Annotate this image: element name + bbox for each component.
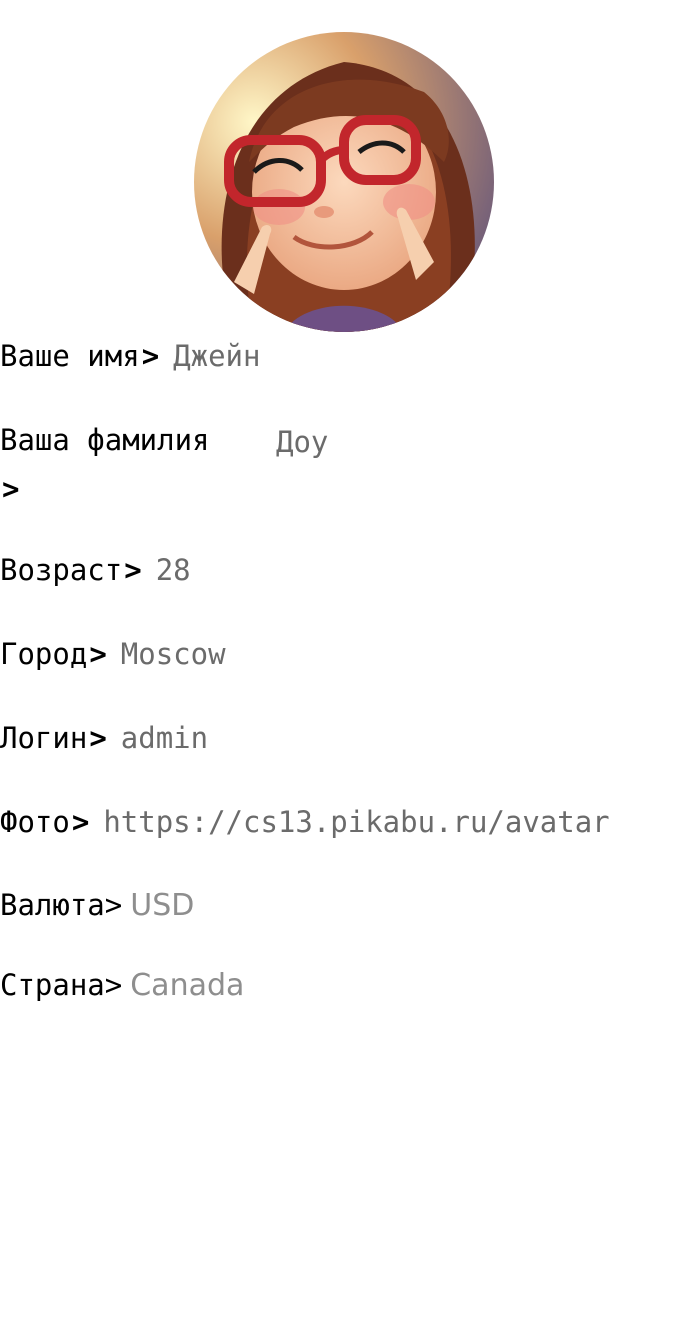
field-name[interactable]: Ваше имя> Джейн	[0, 339, 260, 373]
country-value[interactable]: Canada	[130, 968, 244, 1003]
surname-label: Ваша фамилия	[0, 423, 210, 457]
field-photo[interactable]: Фото> https://cs13.pikabu.ru/avatar	[0, 805, 610, 839]
city-value[interactable]: Moscow	[121, 637, 226, 671]
currency-arrow: >	[104, 888, 123, 922]
name-label: Ваше имя	[0, 339, 140, 373]
name-value[interactable]: Джейн	[173, 339, 260, 373]
city-arrow: >	[89, 637, 107, 671]
field-city[interactable]: Город> Moscow	[0, 637, 226, 671]
field-currency[interactable]: Валюта> USD	[0, 888, 194, 923]
login-value[interactable]: admin	[121, 721, 208, 755]
photo-label: Фото	[0, 805, 70, 839]
name-arrow: >	[141, 339, 160, 373]
country-arrow: >	[104, 968, 123, 1002]
surname-arrow: >	[2, 472, 20, 506]
age-arrow: >	[124, 553, 142, 587]
photo-value[interactable]: https://cs13.pikabu.ru/avatar	[103, 805, 609, 839]
photo-arrow: >	[71, 805, 90, 839]
country-label: Страна	[0, 968, 105, 1002]
field-country[interactable]: Страна> Canada	[0, 968, 244, 1003]
login-arrow: >	[89, 721, 107, 755]
surname-value[interactable]: Доу	[276, 425, 328, 459]
currency-label: Валюта	[0, 888, 105, 922]
currency-value[interactable]: USD	[130, 888, 194, 923]
avatar-image	[194, 32, 494, 332]
field-surname[interactable]: Ваша фамилия Доу	[0, 423, 328, 459]
avatar[interactable]	[194, 32, 494, 332]
field-age[interactable]: Возраст> 28	[0, 553, 191, 587]
age-value[interactable]: 28	[156, 553, 191, 587]
age-label: Возраст	[0, 553, 123, 587]
city-label: Город	[0, 637, 88, 671]
field-login[interactable]: Логин> admin	[0, 721, 208, 755]
login-label: Логин	[0, 721, 88, 755]
